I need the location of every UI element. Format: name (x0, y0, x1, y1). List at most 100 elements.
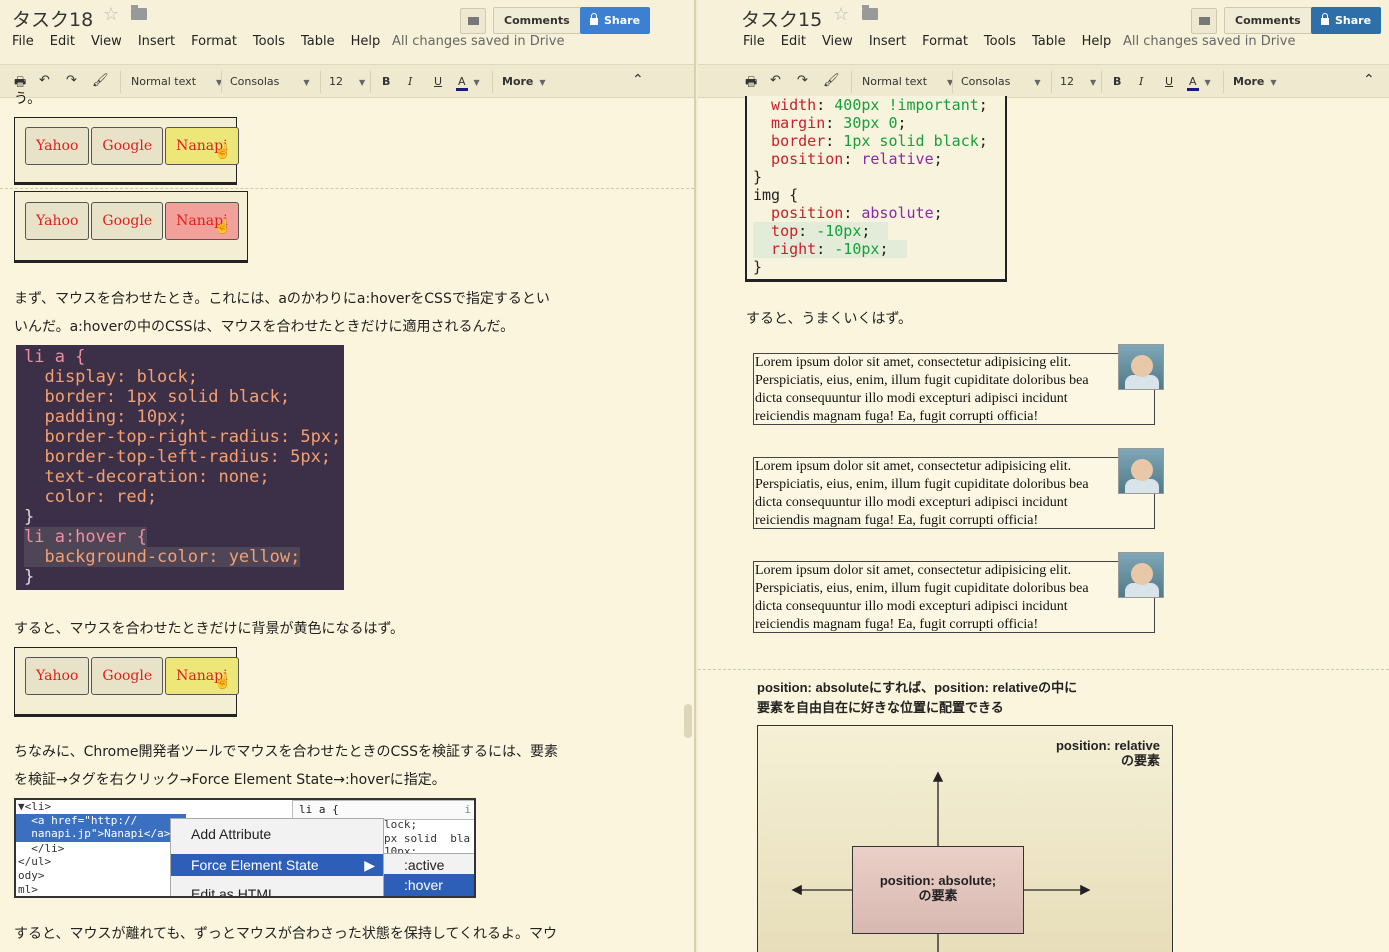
italic-button[interactable]: I (408, 75, 412, 88)
menu-tools[interactable]: Tools (984, 34, 1016, 49)
paragraph-hover-result: すると、マウスを合わせたときだけに背景が黄色になるはず。 (14, 621, 405, 637)
menu-edit[interactable]: Edit (50, 34, 75, 49)
folder-icon[interactable] (862, 5, 878, 20)
nav-yahoo: Yahoo (25, 127, 90, 165)
menu-state-active[interactable]: :active (384, 854, 474, 876)
document-body: う。 Yahoo Google Nanapi ☝ Yahoo Google Nan… (0, 91, 694, 952)
code-line: color: red; (24, 487, 158, 507)
dom-line: ▼<li> (18, 800, 52, 813)
diagram-caption-line-2: 要素を自由自在に好きな位置に配置できる (757, 700, 1004, 715)
save-status[interactable]: All changes saved in Drive (1123, 34, 1295, 49)
text-color-button[interactable]: A ▼ (1187, 75, 1211, 91)
menu-edit-as-html[interactable]: Edit as HTML (171, 883, 383, 896)
underline-button[interactable]: U (1165, 75, 1173, 88)
avatar-image (1118, 344, 1164, 390)
code-line: img { (753, 186, 799, 204)
paragraph-style-select[interactable]: Normal text ▼ (862, 75, 953, 88)
menu-help[interactable]: Help (1082, 34, 1112, 49)
share-button[interactable]: Share (1311, 7, 1382, 34)
share-button[interactable]: Share (580, 7, 651, 34)
document-title[interactable]: タスク18 (12, 5, 93, 32)
code-line: right: -10px; (753, 240, 907, 258)
italic-button[interactable]: I (1139, 75, 1143, 88)
menu-state-hover[interactable]: :hover (384, 874, 474, 896)
document-title[interactable]: タスク15 (741, 5, 822, 32)
folder-icon[interactable] (131, 5, 147, 20)
menu-view[interactable]: View (91, 34, 122, 49)
menu-file[interactable]: File (743, 34, 765, 49)
scrollbar-thumb[interactable] (684, 704, 692, 738)
collapse-toolbar-icon[interactable]: ⌃ (1363, 72, 1375, 88)
menu-edit[interactable]: Edit (781, 34, 806, 49)
share-label: Share (604, 14, 641, 27)
right-document-pane: タスク15 ☆ File Edit View Insert Format Too… (698, 0, 1389, 952)
code-line: position: relative; (753, 150, 943, 168)
code-line: margin: 30px 0; (753, 114, 907, 132)
dom-line: <a href="http:// (18, 814, 138, 827)
menu-force-element-state[interactable]: Force Element State ▶ (171, 854, 383, 876)
comments-button[interactable]: Comments (1224, 7, 1312, 34)
hand-cursor-icon: ☝ (214, 144, 232, 160)
menu-help[interactable]: Help (351, 34, 381, 49)
paragraph-fragment: う。 (14, 91, 42, 107)
share-label: Share (1335, 14, 1372, 27)
submenu-arrow-icon: ▶ (364, 857, 375, 873)
menu-add-attribute[interactable]: Add Attribute (171, 823, 383, 845)
menu-format[interactable]: Format (191, 34, 237, 49)
paragraph-style-select[interactable]: Normal text ▼ (131, 75, 222, 88)
font-select[interactable]: Consolas ▼ (230, 75, 310, 88)
collapse-toolbar-icon[interactable]: ⌃ (632, 72, 644, 88)
bold-button[interactable]: B (382, 75, 390, 88)
redo-icon[interactable]: ↷ (66, 73, 77, 88)
toolbar-divider (370, 71, 371, 93)
code-line: top: -10px; (753, 222, 889, 240)
dom-line: ml> (18, 883, 38, 896)
more-button[interactable]: More ▼ (502, 75, 546, 88)
formatting-toolbar: 🖶 ↶ ↷ 🖌 Normal text ▼ Consolas ▼ 12 ▼ B I U… (0, 64, 694, 98)
star-icon[interactable]: ☆ (103, 4, 119, 25)
lorem-card: Lorem ipsum dolor sit amet, consectetur … (753, 448, 1164, 529)
underline-button[interactable]: U (434, 75, 442, 88)
save-status[interactable]: All changes saved in Drive (392, 34, 564, 49)
menu-tools[interactable]: Tools (253, 34, 285, 49)
print-icon[interactable]: 🖶 (745, 73, 757, 95)
force-state-submenu: :active :hover (383, 853, 474, 896)
lorem-line: dicta consequuntur illo modi excepturi a… (755, 391, 1068, 406)
document-body: width: 400px !important; margin: 30px 0;… (698, 96, 1389, 952)
code-line: } (24, 567, 35, 587)
font-size-select[interactable]: 12 ▼ (329, 75, 365, 88)
dom-line: </li> (18, 842, 65, 855)
menu-insert[interactable]: Insert (138, 34, 175, 49)
menu-table[interactable]: Table (301, 34, 335, 49)
more-button[interactable]: More ▼ (1233, 75, 1277, 88)
star-icon[interactable]: ☆ (833, 4, 849, 25)
menu-format[interactable]: Format (922, 34, 968, 49)
lorem-line: Perspiciatis, eius, enim, illum fugit cu… (755, 477, 1089, 492)
toolbar-divider (1101, 71, 1102, 93)
menu-table[interactable]: Table (1032, 34, 1066, 49)
lorem-line: Perspiciatis, eius, enim, illum fugit cu… (755, 581, 1089, 596)
bold-button[interactable]: B (1113, 75, 1121, 88)
toolbar-divider (221, 71, 222, 93)
undo-icon[interactable]: ↶ (770, 73, 781, 88)
font-select[interactable]: Consolas ▼ (961, 75, 1041, 88)
menu-file[interactable]: File (12, 34, 34, 49)
chat-icon[interactable] (1191, 8, 1217, 34)
code-line: padding: 10px; (24, 407, 188, 427)
paint-format-icon[interactable]: 🖌 (92, 73, 109, 88)
code-line: } (753, 258, 763, 276)
text-color-button[interactable]: A ▼ (456, 75, 480, 91)
menu-insert[interactable]: Insert (869, 34, 906, 49)
menu-view[interactable]: View (822, 34, 853, 49)
context-menu: Add Attribute Force Element State ▶ Edit … (170, 818, 384, 896)
lorem-line: dicta consequuntur illo modi excepturi a… (755, 495, 1068, 510)
comments-button[interactable]: Comments (493, 7, 581, 34)
paint-format-icon[interactable]: 🖌 (823, 73, 840, 88)
dom-line: nanapi.jp">Nanapi</a> (18, 827, 171, 840)
lorem-line: Lorem ipsum dolor sit amet, consectetur … (755, 459, 1072, 474)
font-size-select[interactable]: 12 ▼ (1060, 75, 1096, 88)
nav-nanapi: Nanapi ☝ (165, 657, 239, 695)
chat-icon[interactable] (460, 8, 486, 34)
devtools-screenshot: ▼<li> <a href="http:// nanapi.jp">Nanapi… (14, 798, 476, 898)
redo-icon[interactable]: ↷ (797, 73, 808, 88)
